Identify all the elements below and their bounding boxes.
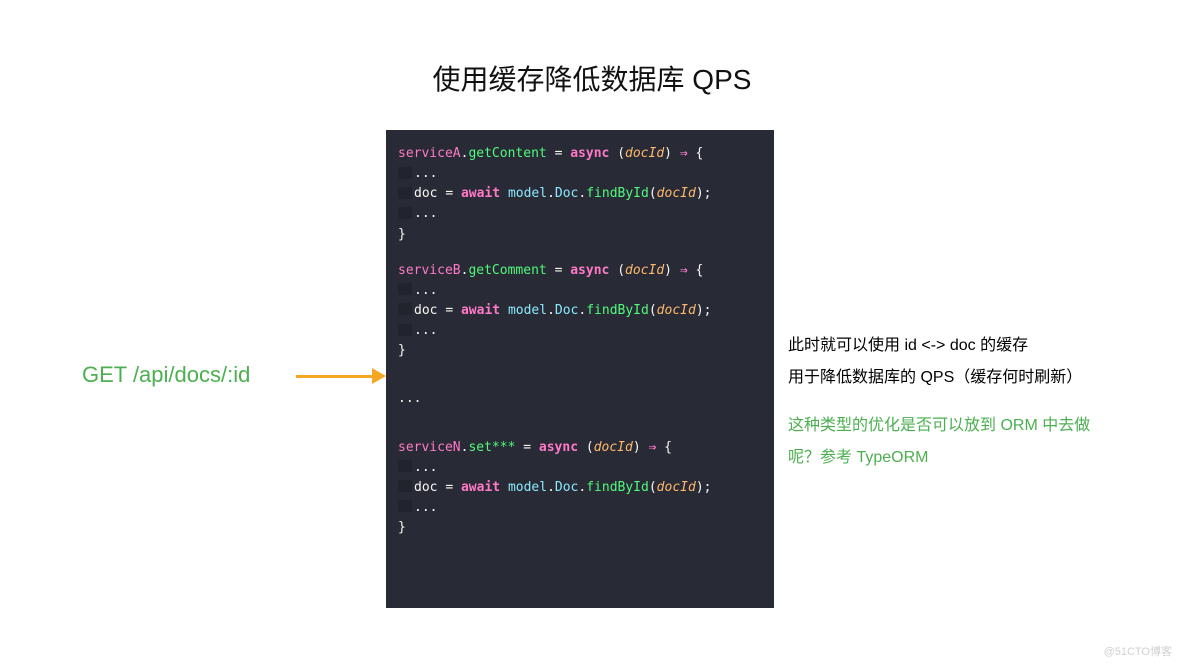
slide-title: 使用缓存降低数据库 QPS	[0, 58, 1184, 98]
annotation-line-3: 这种类型的优化是否可以放到 ORM 中去做	[788, 410, 1090, 442]
code-line: ...	[398, 498, 762, 518]
arrow-head-icon	[372, 368, 386, 384]
code-line: serviceB.getComment = async (docId) ⇒ {	[398, 261, 762, 281]
code-line: }	[398, 341, 762, 361]
code-line: ...	[398, 321, 762, 341]
code-line: }	[398, 518, 762, 538]
api-route-label: GET /api/docs/:id	[82, 362, 250, 388]
arrow-line	[296, 375, 374, 378]
code-line: }	[398, 225, 762, 245]
annotation-text: 此时就可以使用 id <-> doc 的缓存 用于降低数据库的 QPS（缓存何时…	[788, 330, 1090, 474]
code-line: doc = await model.Doc.findById(docId);	[398, 478, 762, 498]
annotation-line-4: 呢？参考 TypeORM	[788, 442, 1090, 474]
annotation-line-2: 用于降低数据库的 QPS（缓存何时刷新）	[788, 362, 1090, 394]
code-line: ...	[398, 458, 762, 478]
annotation-line-1: 此时就可以使用 id <-> doc 的缓存	[788, 330, 1090, 362]
code-line: ...	[398, 204, 762, 224]
code-ellipsis: ...	[398, 389, 762, 409]
code-line: serviceN.set*** = async (docId) ⇒ {	[398, 438, 762, 458]
code-line: serviceA.getContent = async (docId) ⇒ {	[398, 144, 762, 164]
watermark: @51CTO博客	[1104, 643, 1172, 659]
code-line: doc = await model.Doc.findById(docId);	[398, 301, 762, 321]
code-line: ...	[398, 164, 762, 184]
code-line: doc = await model.Doc.findById(docId);	[398, 184, 762, 204]
code-block: serviceA.getContent = async (docId) ⇒ { …	[386, 130, 774, 608]
code-line: ...	[398, 281, 762, 301]
